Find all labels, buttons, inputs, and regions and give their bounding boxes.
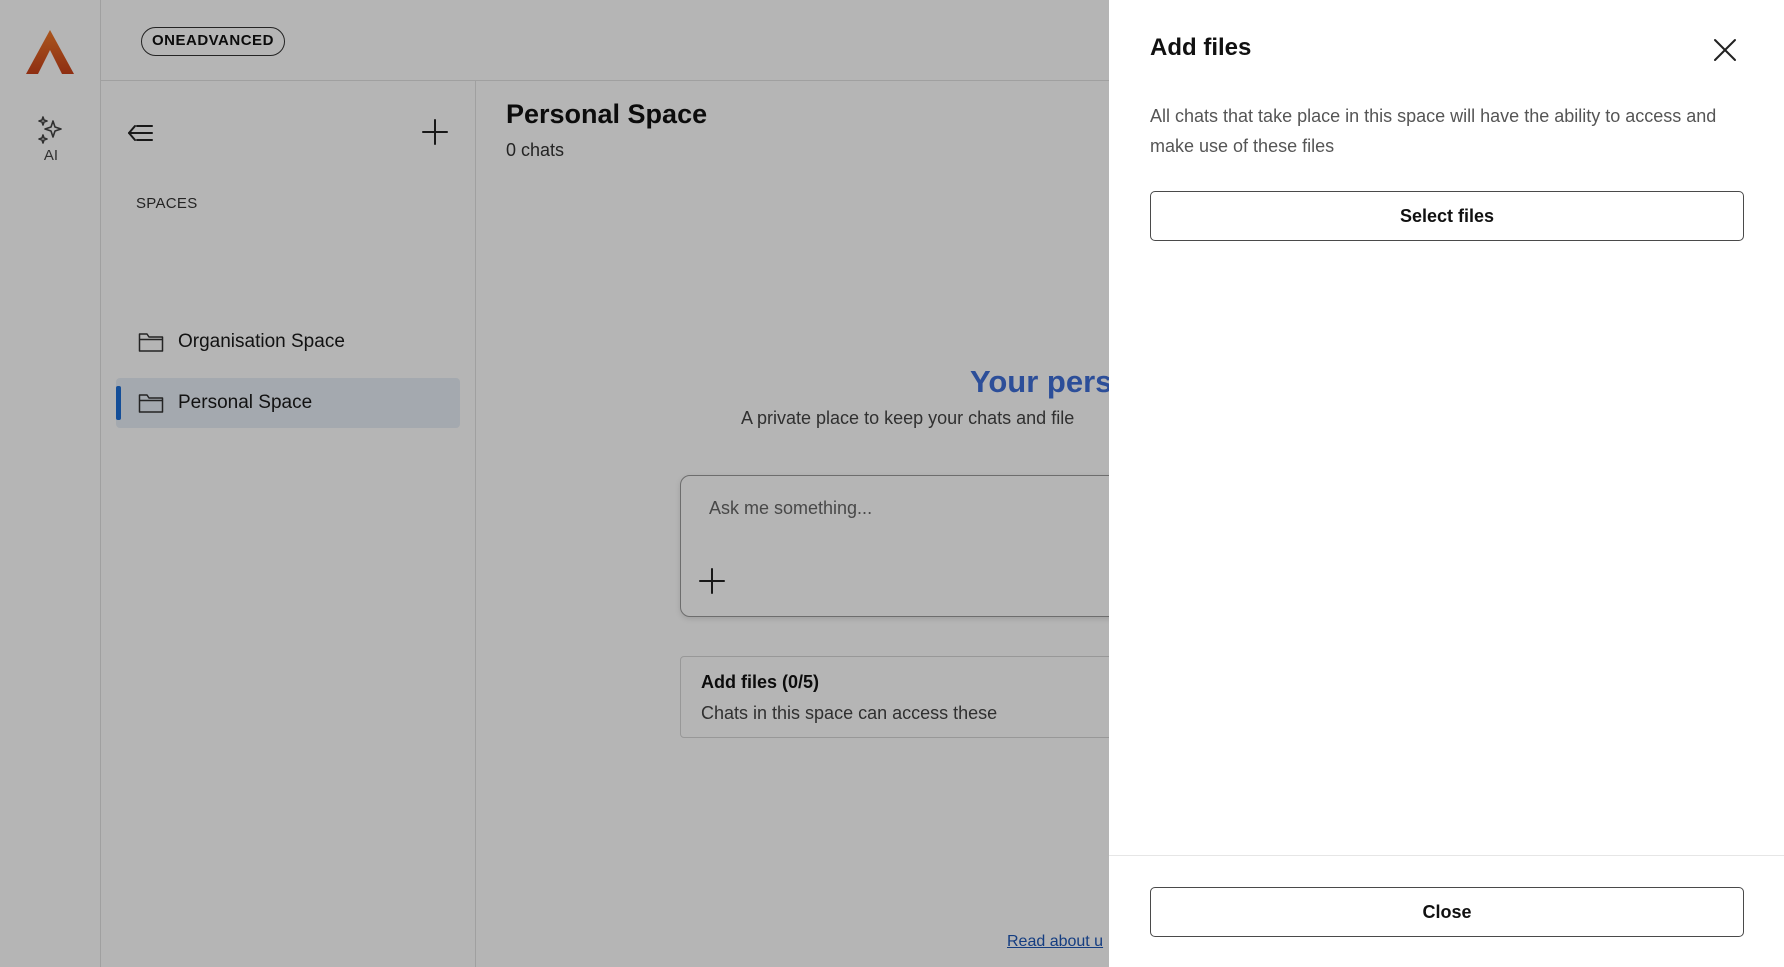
drawer-description: All chats that take place in this space … <box>1150 106 1717 156</box>
select-files-button[interactable]: Select files <box>1150 191 1744 241</box>
add-files-drawer: Add files All chats that take place in t… <box>1109 0 1784 967</box>
close-icon[interactable] <box>1710 35 1740 65</box>
close-button[interactable]: Close <box>1150 887 1744 937</box>
drawer-title: Add files <box>1150 34 1252 61</box>
drawer-footer: Close <box>1109 855 1784 967</box>
